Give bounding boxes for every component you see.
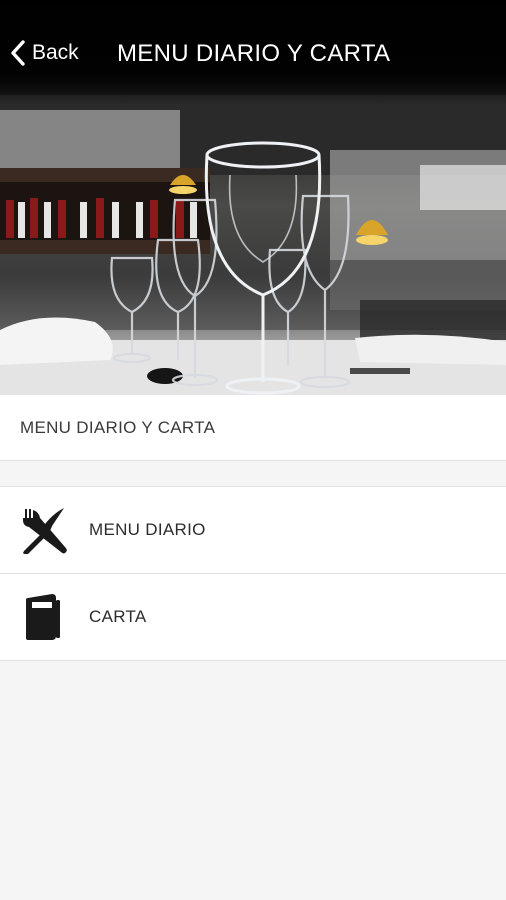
- section-heading: MENU DIARIO Y CARTA: [0, 395, 506, 461]
- menu-book-icon: [17, 590, 71, 644]
- back-label: Back: [32, 41, 79, 64]
- menu-item-label: CARTA: [89, 607, 147, 626]
- menu-item-label: MENU DIARIO: [89, 520, 206, 539]
- menu-list: MENU DIARIO CARTA: [0, 486, 506, 661]
- back-button[interactable]: Back: [10, 36, 79, 70]
- menu-item-menu-diario[interactable]: MENU DIARIO: [0, 487, 506, 574]
- fork-knife-icon: [17, 503, 71, 557]
- section-heading-label: MENU DIARIO Y CARTA: [20, 418, 216, 437]
- page-title: MENU DIARIO Y CARTA: [117, 40, 391, 67]
- menu-item-carta[interactable]: CARTA: [0, 574, 506, 661]
- chevron-left-icon: [11, 40, 25, 66]
